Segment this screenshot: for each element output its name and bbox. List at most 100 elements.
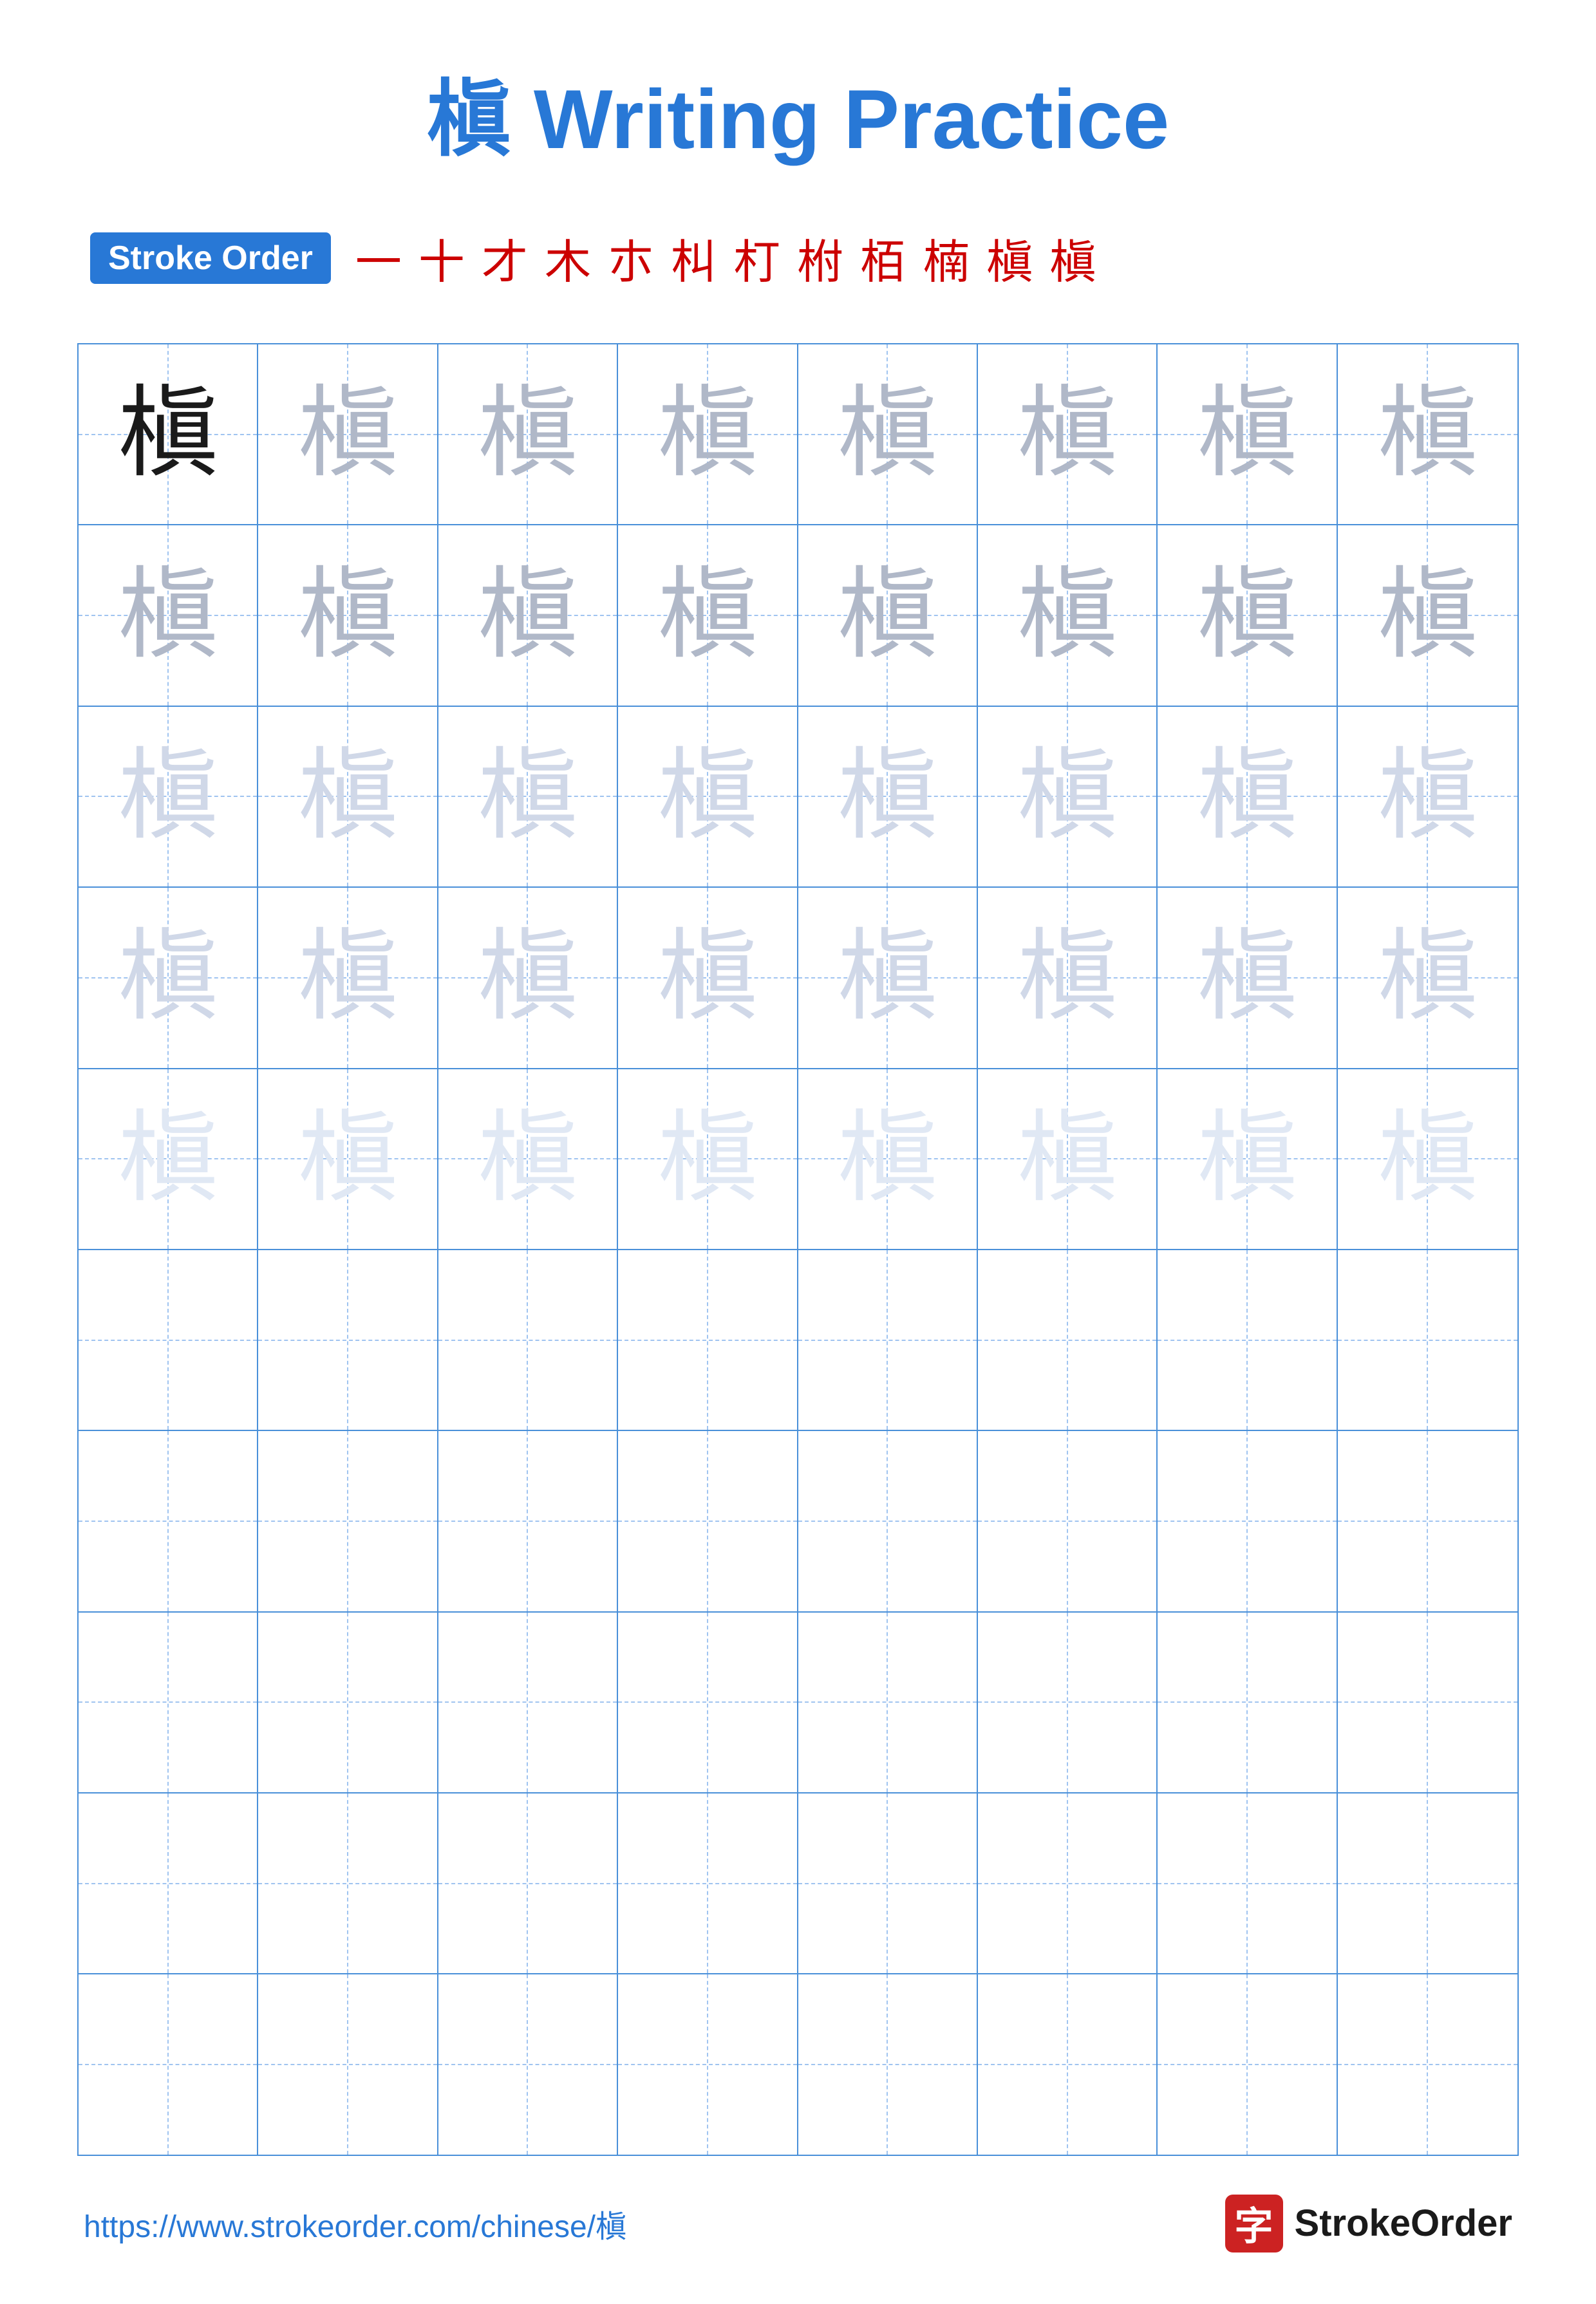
grid-row-8 [79, 1794, 1517, 1974]
grid-cell-9-3[interactable] [618, 1974, 798, 2154]
grid-cell-4-6[interactable]: 槇 [1158, 1069, 1337, 1249]
grid-cell-4-5[interactable]: 槇 [978, 1069, 1158, 1249]
stroke-char-11: 槇 [1044, 224, 1101, 292]
grid-cell-3-4[interactable]: 槇 [798, 888, 978, 1067]
grid-cell-3-6[interactable]: 槇 [1158, 888, 1337, 1067]
grid-cell-0-2[interactable]: 槇 [438, 344, 618, 524]
grid-cell-4-1[interactable]: 槇 [258, 1069, 438, 1249]
grid-cell-7-7[interactable] [1338, 1613, 1517, 1792]
cell-character: 槇 [657, 747, 757, 847]
grid-cell-8-7[interactable] [1338, 1794, 1517, 1973]
cell-character: 槇 [838, 384, 937, 484]
grid-cell-3-0[interactable]: 槇 [79, 888, 258, 1067]
grid-cell-1-1[interactable]: 槇 [258, 525, 438, 705]
grid-cell-8-3[interactable] [618, 1794, 798, 1973]
grid-cell-8-4[interactable] [798, 1794, 978, 1973]
grid-cell-3-7[interactable]: 槇 [1338, 888, 1517, 1067]
cell-character: 槇 [1197, 928, 1297, 1027]
grid-cell-7-6[interactable] [1158, 1613, 1337, 1792]
grid-cell-4-4[interactable]: 槇 [798, 1069, 978, 1249]
grid-cell-2-6[interactable]: 槇 [1158, 707, 1337, 886]
grid-cell-4-2[interactable]: 槇 [438, 1069, 618, 1249]
grid-cell-1-0[interactable]: 槇 [79, 525, 258, 705]
grid-cell-5-6[interactable] [1158, 1250, 1337, 1430]
grid-cell-9-1[interactable] [258, 1974, 438, 2154]
grid-cell-2-0[interactable]: 槇 [79, 707, 258, 886]
grid-cell-7-0[interactable] [79, 1613, 258, 1792]
grid-cell-5-7[interactable] [1338, 1250, 1517, 1430]
grid-cell-5-1[interactable] [258, 1250, 438, 1430]
grid-cell-3-5[interactable]: 槇 [978, 888, 1158, 1067]
grid-cell-2-2[interactable]: 槇 [438, 707, 618, 886]
cell-character: 槇 [478, 566, 577, 666]
grid-cell-3-1[interactable]: 槇 [258, 888, 438, 1067]
cell-character: 槇 [1378, 747, 1478, 847]
grid-cell-9-4[interactable] [798, 1974, 978, 2154]
grid-cell-7-2[interactable] [438, 1613, 618, 1792]
grid-cell-7-1[interactable] [258, 1613, 438, 1792]
grid-cell-6-7[interactable] [1338, 1431, 1517, 1611]
cell-character: 槇 [118, 747, 218, 847]
grid-cell-6-6[interactable] [1158, 1431, 1337, 1611]
cell-character: 槇 [478, 747, 577, 847]
logo-icon: 字 [1225, 2195, 1283, 2252]
grid-cell-0-3[interactable]: 槇 [618, 344, 798, 524]
grid-cell-8-2[interactable] [438, 1794, 618, 1973]
grid-cell-9-0[interactable] [79, 1974, 258, 2154]
grid-cell-7-4[interactable] [798, 1613, 978, 1792]
stroke-char-7: 柎 [792, 224, 849, 292]
grid-cell-4-7[interactable]: 槇 [1338, 1069, 1517, 1249]
grid-cell-0-6[interactable]: 槇 [1158, 344, 1337, 524]
grid-cell-5-4[interactable] [798, 1250, 978, 1430]
grid-cell-9-2[interactable] [438, 1974, 618, 2154]
grid-cell-6-1[interactable] [258, 1431, 438, 1611]
grid-cell-1-3[interactable]: 槇 [618, 525, 798, 705]
footer-url[interactable]: https://www.strokeorder.com/chinese/槇 [84, 2201, 626, 2246]
grid-cell-0-0[interactable]: 槇 [79, 344, 258, 524]
grid-cell-5-0[interactable] [79, 1250, 258, 1430]
grid-cell-2-5[interactable]: 槇 [978, 707, 1158, 886]
grid-cell-9-6[interactable] [1158, 1974, 1337, 2154]
grid-cell-8-0[interactable] [79, 1794, 258, 1973]
cell-character: 槇 [657, 1109, 757, 1209]
grid-cell-7-3[interactable] [618, 1613, 798, 1792]
stroke-char-10: 槇 [981, 224, 1038, 292]
grid-cell-8-1[interactable] [258, 1794, 438, 1973]
grid-cell-0-5[interactable]: 槇 [978, 344, 1158, 524]
grid-cell-3-3[interactable]: 槇 [618, 888, 798, 1067]
grid-cell-4-0[interactable]: 槇 [79, 1069, 258, 1249]
grid-cell-2-4[interactable]: 槇 [798, 707, 978, 886]
cell-character: 槇 [1378, 1109, 1478, 1209]
grid-cell-5-3[interactable] [618, 1250, 798, 1430]
grid-cell-0-4[interactable]: 槇 [798, 344, 978, 524]
grid-cell-1-7[interactable]: 槇 [1338, 525, 1517, 705]
cell-character: 槇 [1017, 566, 1117, 666]
grid-cell-1-4[interactable]: 槇 [798, 525, 978, 705]
grid-cell-9-5[interactable] [978, 1974, 1158, 2154]
grid-cell-6-3[interactable] [618, 1431, 798, 1611]
grid-cell-6-5[interactable] [978, 1431, 1158, 1611]
grid-cell-6-0[interactable] [79, 1431, 258, 1611]
grid-cell-3-2[interactable]: 槇 [438, 888, 618, 1067]
grid-cell-0-7[interactable]: 槇 [1338, 344, 1517, 524]
grid-cell-1-2[interactable]: 槇 [438, 525, 618, 705]
grid-cell-1-6[interactable]: 槇 [1158, 525, 1337, 705]
cell-character: 槇 [838, 566, 937, 666]
grid-cell-1-5[interactable]: 槇 [978, 525, 1158, 705]
grid-cell-8-5[interactable] [978, 1794, 1158, 1973]
grid-cell-2-7[interactable]: 槇 [1338, 707, 1517, 886]
grid-cell-8-6[interactable] [1158, 1794, 1337, 1973]
grid-cell-6-4[interactable] [798, 1431, 978, 1611]
grid-row-2: 槇槇槇槇槇槇槇槇 [79, 707, 1517, 888]
cell-character: 槇 [298, 566, 398, 666]
grid-cell-4-3[interactable]: 槇 [618, 1069, 798, 1249]
grid-cell-9-7[interactable] [1338, 1974, 1517, 2154]
grid-cell-7-5[interactable] [978, 1613, 1158, 1792]
grid-cell-0-1[interactable]: 槇 [258, 344, 438, 524]
grid-cell-2-1[interactable]: 槇 [258, 707, 438, 886]
grid-cell-6-2[interactable] [438, 1431, 618, 1611]
grid-cell-5-2[interactable] [438, 1250, 618, 1430]
stroke-char-5: 朻 [666, 224, 722, 292]
grid-cell-5-5[interactable] [978, 1250, 1158, 1430]
grid-cell-2-3[interactable]: 槇 [618, 707, 798, 886]
